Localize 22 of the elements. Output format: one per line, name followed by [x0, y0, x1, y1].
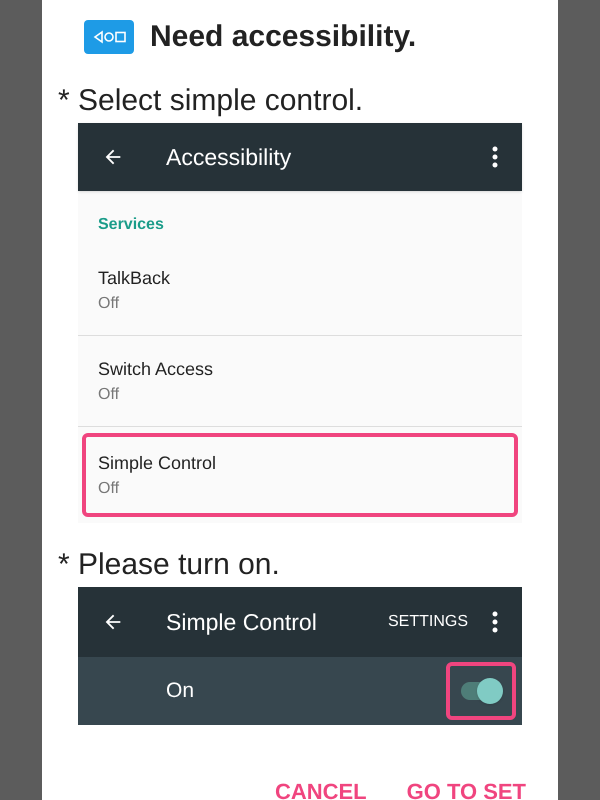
service-status: Off	[98, 384, 120, 404]
section-header: Services	[97, 215, 165, 235]
settings-action[interactable]: SETTINGS	[388, 610, 468, 634]
toolbar-title: Simple Control	[166, 608, 318, 637]
switch-label: On	[166, 678, 196, 704]
dialog-button[interactable]: GO TO SET	[406, 775, 526, 800]
service-name: Switch Access	[98, 358, 214, 380]
service-name: TalkBack	[98, 266, 172, 290]
more-icon[interactable]	[492, 611, 498, 633]
service-status: Off	[98, 294, 120, 314]
step-instruction: * Select simple control.	[58, 83, 364, 119]
service-item[interactable]: TalkBack Off	[78, 245, 522, 336]
dialog-title: Need accessibility.	[150, 19, 416, 55]
more-icon[interactable]	[492, 146, 498, 168]
step-instruction: * Please turn on.	[58, 547, 281, 583]
dialog-button[interactable]: CANCEL	[274, 775, 367, 800]
service-name: Simple Control	[98, 452, 218, 475]
service-item[interactable]: Switch Access Off	[78, 336, 522, 427]
service-status: Off	[98, 478, 120, 498]
service-item[interactable]: Simple Control Off	[82, 433, 518, 517]
navigation-buttons-icon	[84, 20, 134, 54]
toolbar-title: Accessibility	[166, 142, 292, 172]
